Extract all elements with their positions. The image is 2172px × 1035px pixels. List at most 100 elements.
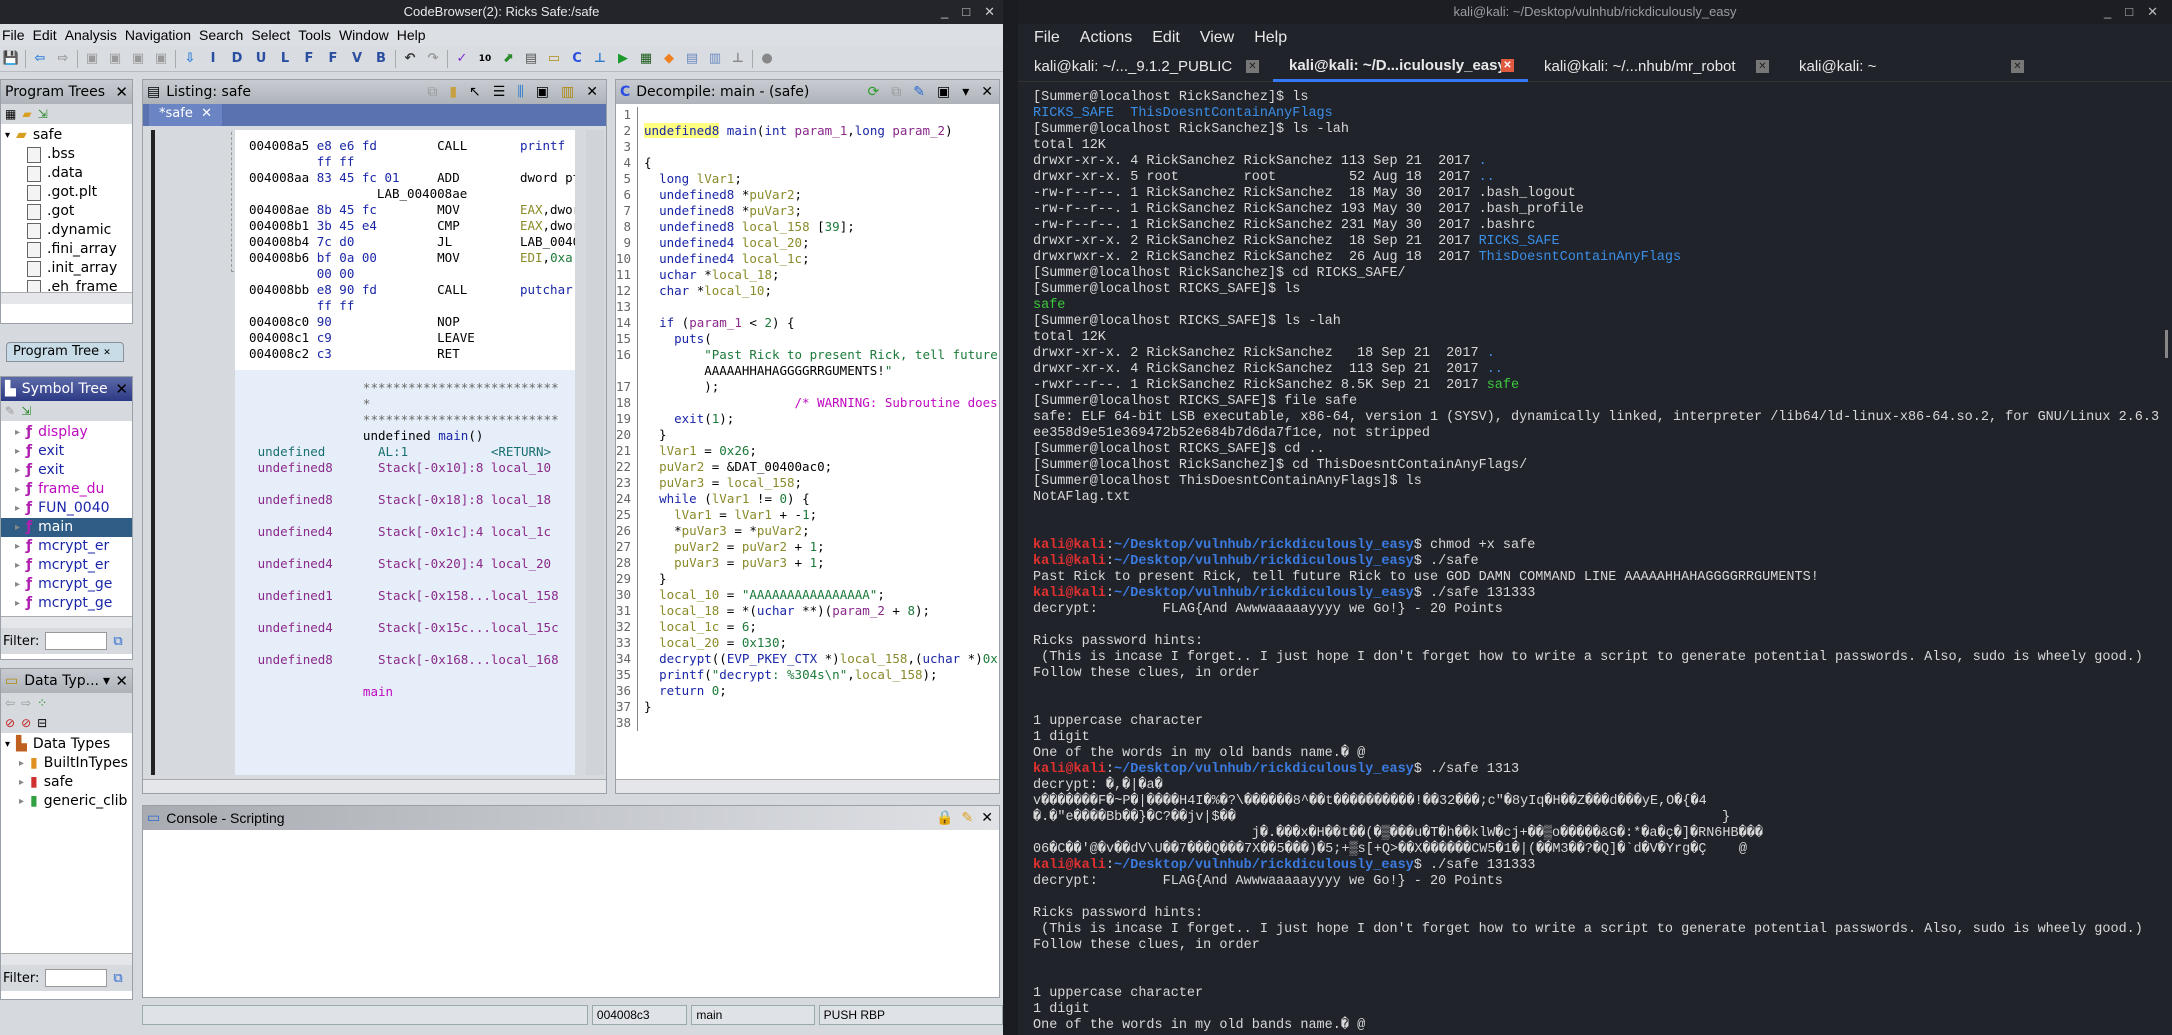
- nav-prev-icon[interactable]: ▣: [83, 50, 101, 68]
- code-line[interactable]: 8 undefined8 local_158 [39];: [616, 219, 999, 235]
- run-icon[interactable]: ▶: [614, 50, 632, 68]
- datatype-item[interactable]: ▸ ▮ generic_clib: [5, 792, 132, 811]
- filter-arrays-icon[interactable]: ⊘: [5, 716, 15, 730]
- code-line[interactable]: 3: [616, 139, 999, 155]
- symbol-item[interactable]: ▸ ƒ mcrypt_er: [1, 537, 132, 556]
- toolbar-v-icon[interactable]: V: [348, 50, 366, 68]
- back-icon[interactable]: ⇦: [5, 696, 15, 710]
- menu-window[interactable]: Window: [339, 27, 389, 43]
- tree-item[interactable]: .data: [5, 164, 132, 183]
- menu-select[interactable]: Select: [251, 27, 290, 43]
- tab-program-tree[interactable]: Program Tree ✕: [6, 342, 124, 362]
- listing-row[interactable]: 004008c0 90 NOP: [249, 314, 575, 330]
- terminal-menu-file[interactable]: File: [1034, 29, 1060, 47]
- code-line[interactable]: 33 local_20 = 0x130;: [616, 635, 999, 651]
- help-icon[interactable]: ●: [758, 50, 776, 68]
- code-line[interactable]: 23 puVar3 = local_158;: [616, 475, 999, 491]
- close-icon[interactable]: ✕: [115, 83, 128, 101]
- code-line[interactable]: 14 if (param_1 < 2) {: [616, 315, 999, 331]
- expand-icon[interactable]: ▾: [5, 126, 10, 145]
- code-line[interactable]: 5 long lVar1;: [616, 171, 999, 187]
- script-icon[interactable]: ▥: [706, 50, 724, 68]
- chip-icon[interactable]: ▦: [637, 50, 655, 68]
- expand-icon[interactable]: ▸: [15, 594, 20, 613]
- symbol-item[interactable]: ▸ ƒ mcrypt_er: [1, 556, 132, 575]
- lock-icon[interactable]: 🔒: [936, 810, 953, 826]
- menu-navigation[interactable]: Navigation: [125, 27, 191, 43]
- snapshot-icon[interactable]: ▣: [536, 84, 549, 100]
- code-line[interactable]: 7 undefined8 *puVar3;: [616, 203, 999, 219]
- close-icon[interactable]: ✕: [981, 810, 993, 826]
- undo-icon[interactable]: ↶: [401, 50, 419, 68]
- check-icon[interactable]: ✓: [453, 50, 471, 68]
- symbol-item[interactable]: ▸ ƒ main: [1, 518, 132, 537]
- diamond-icon[interactable]: ◆: [660, 50, 678, 68]
- symbol-item[interactable]: ▸ ƒ exit: [1, 442, 132, 461]
- code-line[interactable]: 2 undefined8 main(int param_1,long param_…: [616, 123, 999, 139]
- tree-item[interactable]: .got.plt: [5, 183, 132, 202]
- export-icon[interactable]: ⬈: [499, 50, 517, 68]
- close-icon[interactable]: ✕: [586, 84, 598, 100]
- filter-pointers-icon[interactable]: ⊘: [21, 716, 31, 730]
- expand-icon[interactable]: ▸: [15, 556, 20, 575]
- code-line[interactable]: 36 return 0;: [616, 683, 999, 699]
- back-icon[interactable]: ⇦: [31, 50, 49, 68]
- new-tree-icon[interactable]: ▦: [5, 107, 16, 121]
- listing-row[interactable]: 004008bb e8 90 fd CALL putchar: [249, 282, 575, 298]
- toolbar-f-icon[interactable]: F: [324, 50, 342, 68]
- horizontal-scrollbar[interactable]: [1, 953, 132, 965]
- redo-icon[interactable]: ↷: [424, 50, 442, 68]
- stack-variable[interactable]: undefined8 Stack[-0x18]:8 local_18: [235, 492, 575, 508]
- close-icon[interactable]: ✕: [981, 84, 993, 100]
- cursor-icon[interactable]: ↖: [469, 84, 481, 100]
- horizontal-scrollbar[interactable]: [1, 616, 132, 628]
- code-line[interactable]: 28 puVar3 = puVar3 + 1;: [616, 555, 999, 571]
- filter-options-icon[interactable]: ⧉: [113, 971, 122, 986]
- expand-icon[interactable]: ▸: [15, 461, 20, 480]
- symbol-item[interactable]: ▸ ƒ exit: [1, 461, 132, 480]
- layout-icon[interactable]: ▥: [561, 84, 574, 100]
- nav-next-icon[interactable]: ▣: [106, 50, 124, 68]
- stack-variable[interactable]: undefined4 Stack[-0x1c]:4 local_1c: [235, 524, 575, 540]
- maximize-icon[interactable]: □: [2125, 0, 2133, 24]
- stack-variable[interactable]: undefined4 Stack[-0x20]:4 local_20: [235, 556, 575, 572]
- open-tree-icon[interactable]: ⇲: [21, 404, 31, 418]
- edit-icon[interactable]: ✎: [5, 404, 15, 418]
- code-line[interactable]: 32 local_1c = 6;: [616, 619, 999, 635]
- expand-icon[interactable]: ▸: [15, 442, 20, 461]
- filter-options-icon[interactable]: ⧉: [113, 634, 122, 649]
- code-line[interactable]: 4{: [616, 155, 999, 171]
- tree-item[interactable]: .got: [5, 202, 132, 221]
- diff-icon[interactable]: ⫼: [517, 84, 523, 100]
- close-icon[interactable]: ✕: [984, 0, 995, 24]
- close-icon[interactable]: ✕: [115, 380, 128, 398]
- refresh-icon[interactable]: ⟳: [868, 84, 880, 100]
- listing-view[interactable]: 004008a5 e8 e6 fd CALL printf ff ff 0040…: [235, 130, 575, 775]
- decompile-icon[interactable]: C: [568, 50, 586, 68]
- horizontal-scrollbar[interactable]: [616, 779, 999, 793]
- code-line[interactable]: 30 local_10 = "AAAAAAAAAAAAAAAA";: [616, 587, 999, 603]
- paste-icon[interactable]: ▮: [449, 84, 457, 100]
- graph-icon[interactable]: ⊥: [591, 50, 609, 68]
- terminal-menu-actions[interactable]: Actions: [1080, 29, 1132, 47]
- symbol-item[interactable]: ▸ ƒ display: [1, 423, 132, 442]
- clear-icon[interactable]: ✎: [962, 810, 974, 826]
- stack-variable[interactable]: undefined8 Stack[-0x168...local_168: [235, 652, 575, 668]
- expand-icon[interactable]: ▸: [19, 754, 24, 773]
- listing-row[interactable]: 004008ae 8b 45 fc MOV EAX,dword: [249, 202, 575, 218]
- listing-row[interactable]: ff ff: [249, 154, 575, 170]
- save-icon[interactable]: 💾: [2, 50, 20, 68]
- tree-item[interactable]: .dynamic: [5, 221, 132, 240]
- forward-icon[interactable]: ⇨: [54, 50, 72, 68]
- expand-icon[interactable]: ▸: [15, 480, 20, 499]
- maximize-icon[interactable]: □: [962, 0, 970, 24]
- field-icon[interactable]: ☰: [493, 84, 506, 100]
- listing-row[interactable]: 004008a5 e8 e6 fd CALL printf: [249, 138, 575, 154]
- listing-row[interactable]: 004008b1 3b 45 e4 CMP EAX,dword: [249, 218, 575, 234]
- listing-row[interactable]: ff ff: [249, 298, 575, 314]
- code-line[interactable]: 10 undefined4 local_1c;: [616, 251, 999, 267]
- code-line[interactable]: 16 "Past Rick to present Rick, tell futu…: [616, 347, 999, 363]
- terminal-tab[interactable]: kali@kali: ~ ✕: [1783, 52, 2038, 82]
- toolbar-u-icon[interactable]: U: [252, 50, 270, 68]
- code-line[interactable]: 12 char *local_10;: [616, 283, 999, 299]
